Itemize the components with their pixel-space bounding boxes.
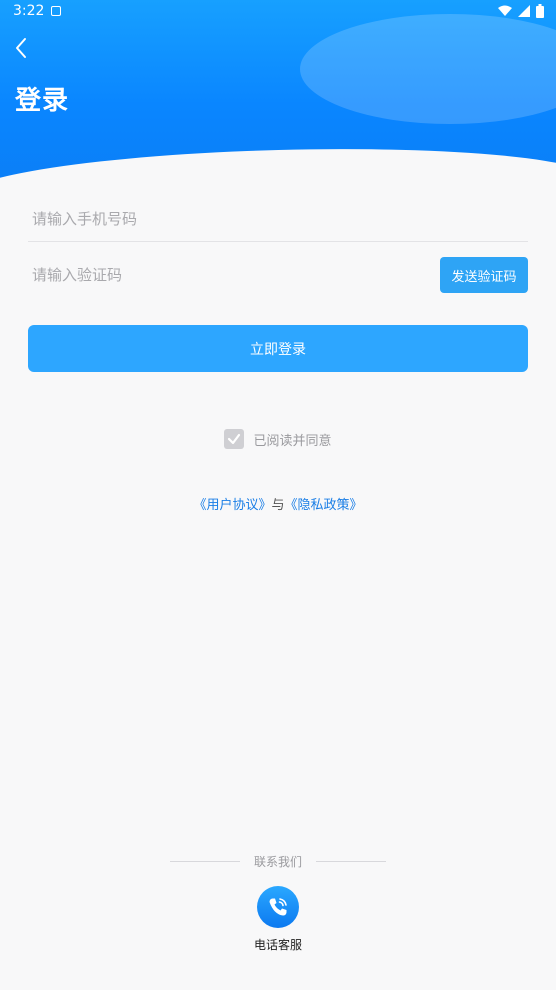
- phone-icon: [269, 898, 287, 916]
- phone-service-label: 电话客服: [253, 938, 302, 952]
- check-icon: [228, 433, 241, 445]
- divider-right: [316, 860, 386, 862]
- privacy-policy-link[interactable]: 《隐私政策》: [285, 498, 363, 513]
- send-code-button[interactable]: 发送验证码: [440, 257, 528, 293]
- signal-icon: [518, 5, 530, 17]
- phone-row: [28, 196, 528, 242]
- header-curve: [0, 141, 556, 190]
- phone-service-button[interactable]: 电话客服: [238, 886, 318, 953]
- policy-links: 《用户协议》与《隐私政策》: [0, 494, 556, 513]
- header-background: [0, 0, 556, 190]
- verification-code-input[interactable]: [32, 262, 412, 288]
- agreement-text: 已阅读并同意: [253, 433, 332, 449]
- status-time: 3:22: [13, 3, 45, 19]
- status-icons: [498, 4, 544, 18]
- phone-input[interactable]: [32, 206, 432, 232]
- agreement-row: 已阅读并同意: [0, 428, 556, 450]
- login-button[interactable]: 立即登录: [28, 325, 528, 372]
- policy-conjunction: 与: [271, 498, 285, 513]
- contact-title: 联系我们: [253, 854, 302, 869]
- divider-left: [169, 860, 240, 862]
- status-bar: 3:22: [0, 0, 556, 24]
- contact-section-header: 联系我们: [0, 852, 556, 870]
- agreement-checkbox[interactable]: [224, 429, 245, 449]
- back-arrow-icon[interactable]: [10, 36, 34, 60]
- header-decoration: [300, 14, 556, 124]
- phone-call-icon: [257, 886, 299, 928]
- login-screen: 3:22 登录 发送验证码 立即登录: [0, 0, 556, 990]
- code-row: 发送验证码: [28, 256, 528, 294]
- battery-icon: [536, 4, 544, 18]
- user-agreement-link[interactable]: 《用户协议》: [193, 498, 271, 513]
- notification-icon: [51, 6, 61, 16]
- wifi-icon: [498, 5, 512, 16]
- page-title: 登录: [15, 86, 70, 116]
